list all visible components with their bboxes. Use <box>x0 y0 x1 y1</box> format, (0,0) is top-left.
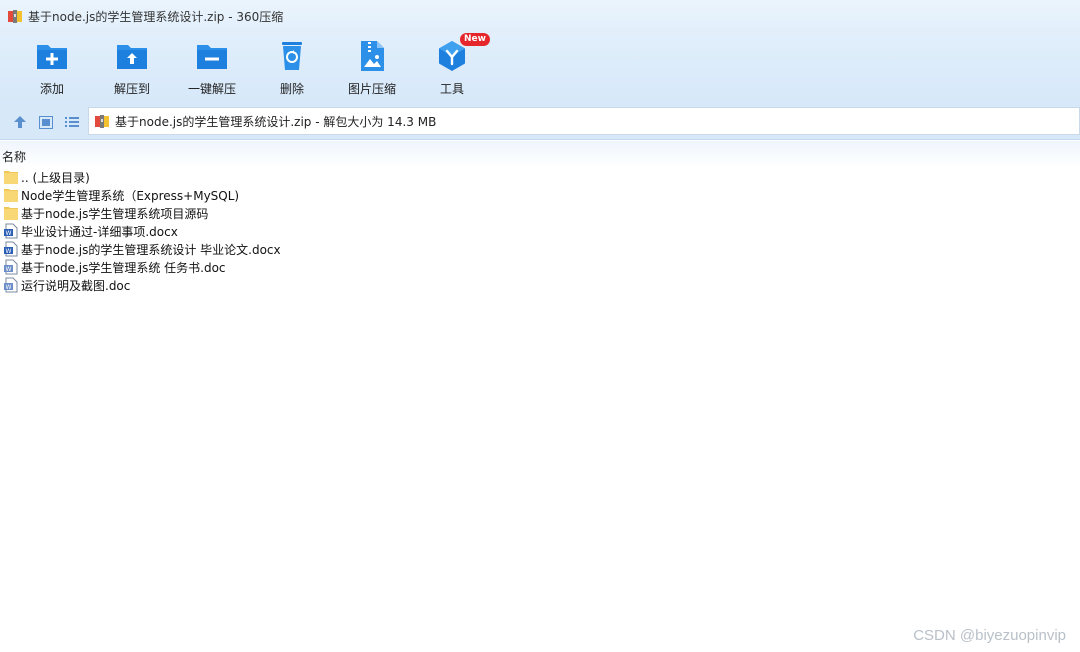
title-bar: 基于node.js的学生管理系统设计.zip - 360压缩 <box>0 0 1080 32</box>
file-name: 基于node.js的学生管理系统设计 毕业论文.docx <box>21 242 281 257</box>
word-document-icon: W <box>4 223 18 239</box>
list-view-button[interactable] <box>63 113 81 131</box>
folder-icon <box>4 207 18 220</box>
column-name-label: 名称 <box>2 150 27 164</box>
extract-to-icon <box>117 45 147 69</box>
delete-button[interactable]: 删除 <box>259 38 325 100</box>
watermark: CSDN @biyezuopinvip <box>913 627 1066 644</box>
zip-archive-icon <box>95 115 109 128</box>
zip-archive-icon <box>8 10 22 23</box>
word-doc-icon: W <box>4 259 18 275</box>
file-list: .. (上级目录) Node学生管理系统（Express+MySQL) 基于no… <box>0 168 1080 294</box>
list-item[interactable]: Node学生管理系统（Express+MySQL) <box>0 186 1080 204</box>
tools-button[interactable]: New 工具 <box>419 33 490 100</box>
tools-button-label: 工具 <box>439 82 464 96</box>
file-name: 运行说明及截图.doc <box>21 278 131 293</box>
word-document-icon: W <box>4 241 18 257</box>
arrow-up-icon <box>14 116 26 128</box>
recycle-bin-icon <box>282 42 302 70</box>
navigation-bar: 基于node.js的学生管理系统设计.zip - 解包大小为 14.3 MB <box>0 104 1080 140</box>
thumbnail-view-icon <box>39 115 53 129</box>
window-title: 基于node.js的学生管理系统设计.zip - 360压缩 <box>28 9 284 24</box>
one-click-extract-button[interactable]: 一键解压 <box>179 38 245 100</box>
delete-button-label: 删除 <box>279 82 304 96</box>
list-item[interactable]: 基于node.js学生管理系统项目源码 <box>0 204 1080 222</box>
extract-to-button-label: 解压到 <box>113 82 150 96</box>
add-button[interactable]: 添加 <box>19 38 85 100</box>
tools-icon-wrap: New <box>434 33 490 74</box>
folder-icon <box>4 171 18 184</box>
one-click-extract-button-label: 一键解压 <box>187 82 236 96</box>
thumbnail-view-button[interactable] <box>37 113 55 131</box>
svg-text:W: W <box>6 248 12 255</box>
folder-icon <box>4 189 18 202</box>
one-click-extract-icon <box>197 45 227 69</box>
add-folder-icon <box>37 45 67 69</box>
svg-text:W: W <box>6 230 12 237</box>
word-doc-icon: W <box>4 277 18 293</box>
up-level-button[interactable] <box>11 113 29 131</box>
list-item[interactable]: W 基于node.js学生管理系统 任务书.doc <box>0 258 1080 276</box>
app-window: 基于node.js的学生管理系统设计.zip - 360压缩 添加 解压到 一键… <box>0 0 1080 652</box>
file-name: 基于node.js学生管理系统项目源码 <box>21 206 209 221</box>
new-badge: New <box>460 33 490 46</box>
image-compress-button[interactable]: 图片压缩 <box>339 38 405 100</box>
address-bar[interactable]: 基于node.js的学生管理系统设计.zip - 解包大小为 14.3 MB <box>88 107 1080 135</box>
image-compress-button-label: 图片压缩 <box>347 82 396 96</box>
file-name: 基于node.js学生管理系统 任务书.doc <box>21 260 226 275</box>
address-text: 基于node.js的学生管理系统设计.zip - 解包大小为 14.3 MB <box>115 114 437 129</box>
list-item[interactable]: W 运行说明及截图.doc <box>0 276 1080 294</box>
image-compress-icon <box>361 41 384 71</box>
file-name: Node学生管理系统（Express+MySQL) <box>21 188 240 203</box>
add-button-label: 添加 <box>39 82 64 96</box>
file-name: 毕业设计通过-详细事项.docx <box>21 224 178 239</box>
extract-to-button[interactable]: 解压到 <box>99 38 165 100</box>
svg-text:W: W <box>6 266 12 273</box>
toolbar: 添加 解压到 一键解压 删除 图片压缩 New 工具 <box>0 32 1080 104</box>
list-item[interactable]: W 毕业设计通过-详细事项.docx <box>0 222 1080 240</box>
list-item[interactable]: .. (上级目录) <box>0 168 1080 186</box>
column-header-name[interactable]: 名称 <box>0 141 1080 167</box>
file-name: .. (上级目录) <box>21 170 90 185</box>
svg-text:W: W <box>6 284 12 291</box>
list-view-icon <box>65 117 79 127</box>
list-item[interactable]: W 基于node.js的学生管理系统设计 毕业论文.docx <box>0 240 1080 258</box>
